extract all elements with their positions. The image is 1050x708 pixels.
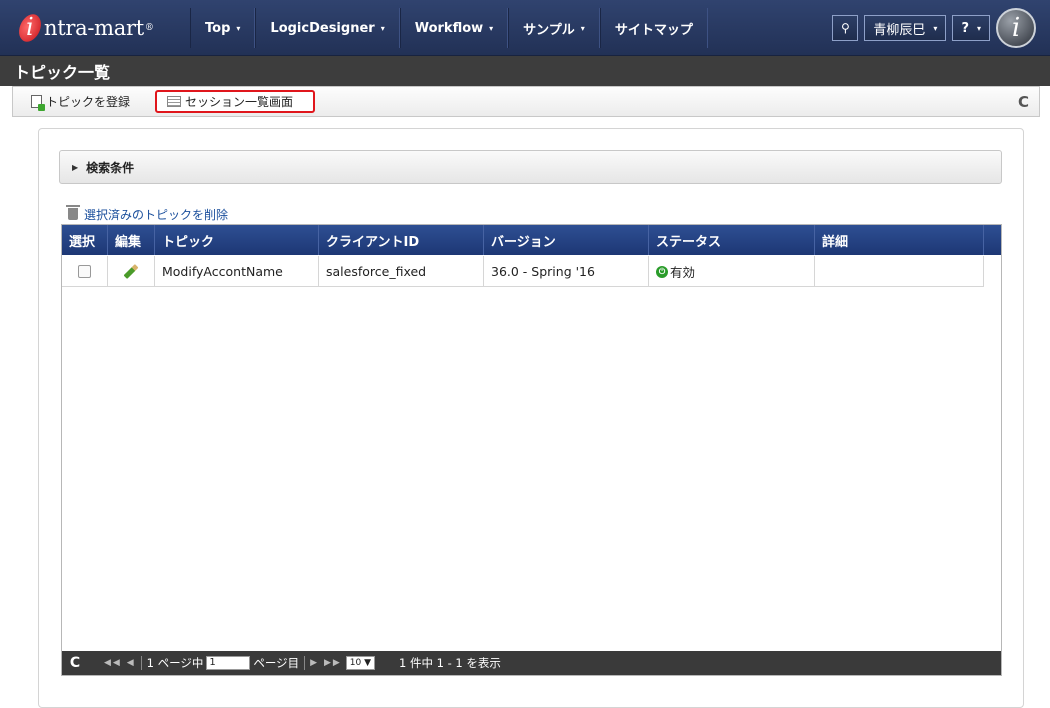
column-header-select[interactable]: 選択	[62, 225, 108, 255]
new-document-icon	[31, 95, 45, 111]
logo-text: ntra-mart	[44, 16, 144, 40]
intra-mart-brand-icon[interactable]: i	[996, 8, 1036, 48]
trash-icon	[66, 205, 80, 220]
grid-header: 選択 編集 トピック クライアントID バージョン ステータス 詳細	[62, 225, 1001, 255]
user-name: 青柳辰巳	[873, 22, 926, 38]
delete-selected-topics-link[interactable]: 選択済みのトピックを削除	[66, 205, 228, 222]
pencil-edit-icon[interactable]	[123, 264, 139, 279]
column-header-topic[interactable]: トピック	[155, 225, 319, 255]
table-row: ModifyAccontName salesforce_fixed 36.0 -…	[62, 256, 984, 287]
page-suffix-text: ページ目	[253, 656, 300, 670]
pager-status-text: 1 件中 1 - 1 を表示	[399, 656, 501, 670]
row-select-cell	[62, 256, 108, 287]
nav-sample[interactable]: サンプル ▾	[508, 8, 600, 48]
topic-cell: ModifyAccontName	[155, 256, 319, 287]
status-text: 有効	[670, 265, 696, 280]
session-list-button[interactable]: セッション一覧画面	[155, 90, 315, 113]
column-header-status[interactable]: ステータス	[649, 225, 815, 255]
column-header-version[interactable]: バージョン	[484, 225, 649, 255]
chevron-down-icon: ▾	[380, 23, 385, 33]
status-cell: ⏻ 有効	[649, 256, 815, 287]
column-header-client-id[interactable]: クライアントID	[319, 225, 484, 255]
client-id-cell: salesforce_fixed	[319, 256, 484, 287]
intra-mart-logo[interactable]: i ntra-mart ®	[14, 6, 190, 50]
page-title: トピック一覧	[0, 56, 1050, 86]
page-prefix-text: 1 ページ中	[146, 656, 204, 670]
chevron-down-icon: ▾	[580, 23, 585, 33]
pager-refresh-icon[interactable]: C	[62, 655, 88, 671]
user-menu-button[interactable]: 青柳辰巳 ▾	[864, 15, 947, 41]
nav-top[interactable]: Top ▾	[190, 8, 256, 48]
topic-grid: 選択 編集 トピック クライアントID バージョン ステータス 詳細 Modif…	[61, 224, 1002, 676]
register-topic-button[interactable]: トピックを登録	[31, 90, 130, 113]
rows-per-page-select[interactable]: 10 ▼	[345, 656, 376, 670]
row-edit-cell	[108, 256, 155, 287]
toolbar: トピックを登録 セッション一覧画面 C	[12, 86, 1040, 117]
first-prev-page-icons[interactable]: ◀◀ ◀	[104, 658, 136, 668]
pager-separator	[140, 656, 142, 670]
power-icon: ⏻	[656, 265, 668, 278]
list-icon	[167, 96, 181, 107]
chevron-down-icon: ▾	[976, 23, 981, 33]
search-icon[interactable]: ⚲	[832, 15, 859, 41]
nav-logicdesigner[interactable]: LogicDesigner ▾	[255, 8, 400, 48]
pager-separator	[304, 656, 306, 670]
logo-icon: i	[14, 13, 44, 43]
header-right-tools: ⚲ 青柳辰巳 ▾ ? ▾ i	[832, 6, 1036, 50]
refresh-icon[interactable]: C	[1018, 90, 1029, 113]
expand-triangle-icon: ▶	[72, 162, 79, 172]
chevron-down-icon: ▾	[236, 23, 241, 33]
logo-registered-mark: ®	[144, 23, 154, 33]
version-cell: 36.0 - Spring '16	[484, 256, 649, 287]
pager-bar: C ◀◀ ◀ 1 ページ中 1 ページ目 ▶ ▶▶ 10 ▼ 1 件中 1 - …	[62, 651, 1001, 675]
search-conditions-toggle[interactable]: ▶ 検索条件	[59, 150, 1002, 184]
next-last-page-icons[interactable]: ▶ ▶▶	[310, 658, 342, 668]
detail-cell	[815, 256, 984, 287]
nav-workflow[interactable]: Workflow ▾	[399, 8, 509, 48]
column-header-edit[interactable]: 編集	[108, 225, 155, 255]
chevron-down-icon: ▾	[933, 23, 938, 33]
chevron-down-icon: ▾	[489, 23, 494, 33]
top-navigation-bar: i ntra-mart ® Top ▾ LogicDesigner ▾ Workfl…	[0, 0, 1050, 56]
column-header-detail[interactable]: 詳細	[815, 225, 984, 255]
page-number-input[interactable]: 1	[206, 656, 251, 670]
row-select-checkbox[interactable]	[78, 265, 91, 278]
main-menu: Top ▾ LogicDesigner ▾ Workflow ▾ サンプル ▾ サイトマ…	[190, 8, 708, 48]
help-menu-button[interactable]: ? ▾	[952, 15, 990, 41]
nav-sitemap[interactable]: サイトマップ	[599, 8, 708, 48]
